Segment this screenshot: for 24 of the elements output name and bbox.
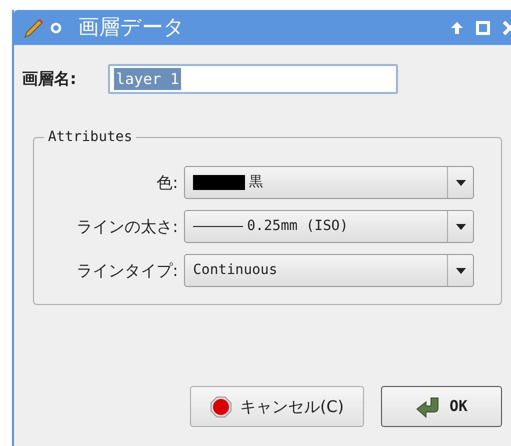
dropdown[interactable]: 0.25mm (ISO) — [184, 210, 474, 243]
ok-button[interactable]: OK — [381, 386, 502, 427]
layer-name-value: layer 1 — [114, 68, 182, 90]
window-title: 画層データ — [78, 14, 185, 41]
dropdown-value: Continuous — [193, 261, 278, 280]
field-label: ラインタイプ: — [76, 260, 179, 282]
caret-icon — [456, 268, 466, 274]
arrow-up-icon[interactable] — [450, 20, 464, 34]
dropdown-value: 0.25mm (ISO) — [247, 217, 348, 236]
stop-icon — [210, 396, 232, 418]
pencil-icon — [22, 16, 44, 38]
field-label: ラインの太さ: — [76, 216, 179, 238]
maximize-icon[interactable] — [476, 20, 490, 34]
field-label: 色: — [156, 172, 179, 194]
layer-name-label: 画層名: — [22, 68, 78, 90]
dropdown-value: 黒 — [249, 173, 263, 192]
cancel-button[interactable]: キャンセル(C) — [190, 386, 364, 427]
dropdown[interactable]: 黒 — [184, 166, 474, 199]
circle-icon — [50, 22, 62, 34]
caret-icon — [456, 180, 466, 186]
return-arrow-icon — [415, 396, 442, 418]
line-sample — [193, 226, 243, 227]
caret-icon — [456, 224, 466, 230]
dropdown[interactable]: Continuous — [184, 254, 474, 287]
